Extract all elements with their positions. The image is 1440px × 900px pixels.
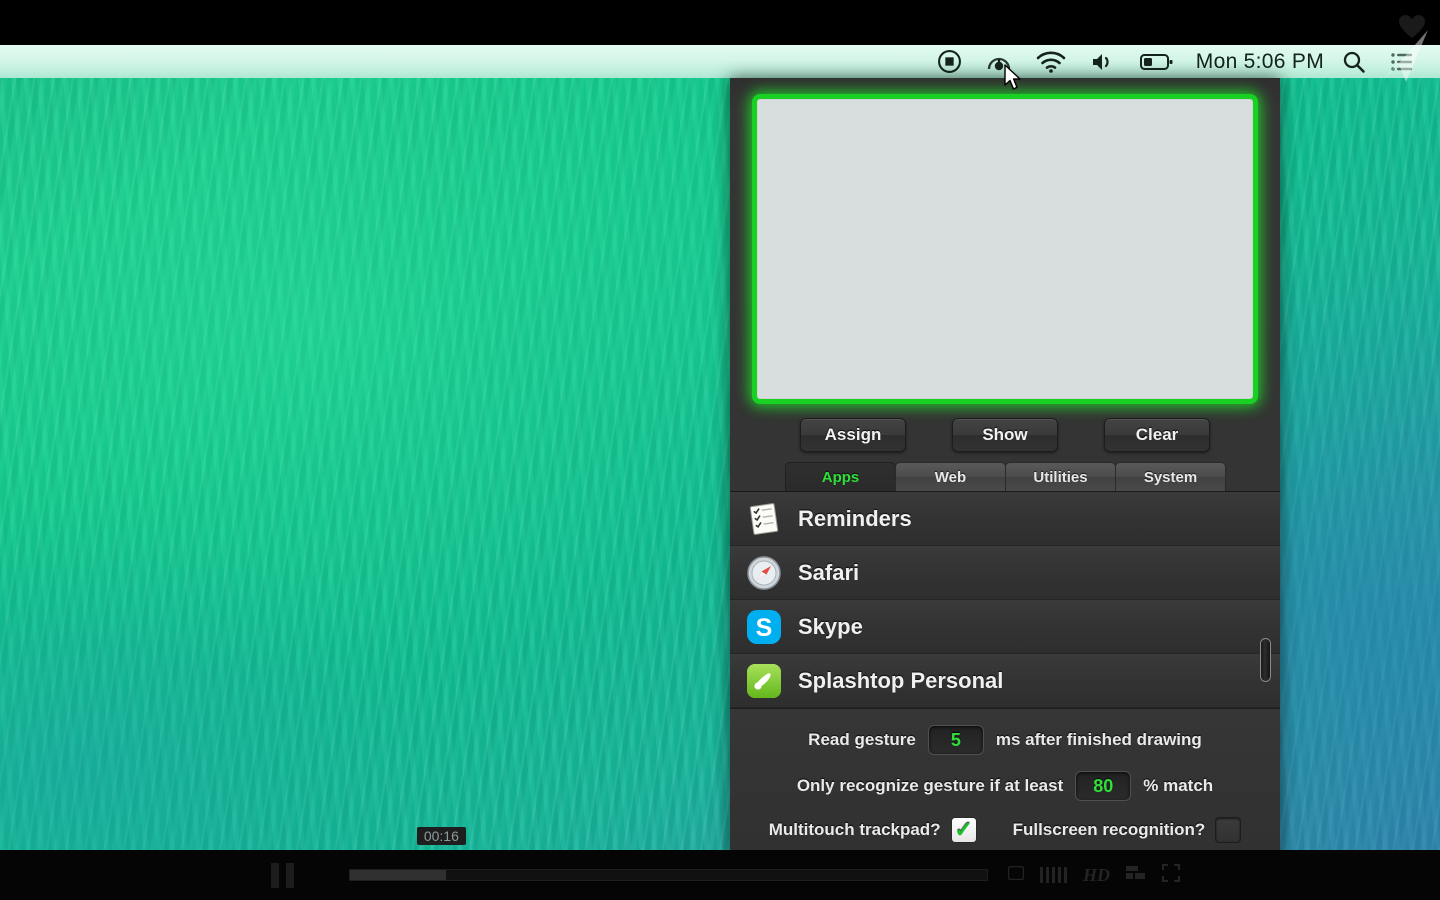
spotlight-search-icon[interactable] (1330, 45, 1378, 78)
match-prefix-label: Only recognize gesture if at least (796, 776, 1064, 795)
battery-icon[interactable] (1128, 45, 1186, 78)
list-item-label: Skype (798, 613, 863, 639)
app-list-scrollbar[interactable] (1258, 638, 1272, 788)
svg-text:S: S (756, 614, 773, 642)
reminders-icon (746, 501, 782, 537)
volume-icon[interactable] (1078, 45, 1128, 78)
show-button[interactable]: Show (952, 418, 1058, 452)
picture-in-picture-icon[interactable] (1126, 865, 1146, 886)
pause-button[interactable] (250, 850, 314, 900)
settings-section: Read gesture 5 ms after finished drawing… (730, 708, 1280, 869)
time-tooltip: 00:16 (416, 827, 466, 845)
list-item[interactable]: S Skype (730, 600, 1280, 654)
macos-menu-bar: Mon 5:06 PM (0, 45, 1440, 78)
application-list: Reminders Safari S Skype Splashtop Perso… (730, 491, 1280, 708)
multitouch-label: Multitouch trackpad? (768, 820, 941, 839)
action-button-row: Assign Show Clear (730, 410, 1280, 462)
list-item-label: Safari (798, 559, 860, 585)
list-item[interactable]: Safari (730, 546, 1280, 600)
assign-button[interactable]: Assign (800, 418, 906, 452)
fullscreen-icon[interactable] (1162, 863, 1180, 887)
video-stage: Mon 5:06 PM Assign Show Clear Apps Web U… (0, 0, 1440, 900)
menu-bar-clock[interactable]: Mon 5:06 PM (1186, 50, 1330, 74)
progress-bar-container[interactable]: 00:16 (349, 827, 988, 900)
multitouch-checkbox[interactable]: ✓ (950, 817, 977, 843)
checkbox-row: Multitouch trackpad? ✓ Fullscreen recogn… (730, 817, 1280, 843)
read-gesture-prefix-label: Read gesture (808, 730, 916, 749)
heart-icon (1398, 14, 1426, 45)
list-item-label: Splashtop Personal (798, 667, 1004, 693)
progress-track[interactable] (349, 869, 988, 881)
list-item[interactable]: Reminders (730, 492, 1280, 546)
check-icon: ✓ (954, 817, 973, 842)
canvas-container (730, 78, 1280, 410)
safari-icon (746, 555, 782, 591)
read-gesture-suffix-label: ms after finished drawing (995, 730, 1202, 749)
skype-icon: S (746, 609, 782, 645)
pause-bar-right (285, 862, 294, 888)
list-item-label: Reminders (798, 505, 912, 531)
screen-record-icon[interactable] (925, 45, 974, 78)
progress-fill (350, 870, 446, 880)
clear-button[interactable]: Clear (1104, 418, 1210, 452)
video-letterbox-top (0, 0, 1440, 45)
pause-bar-left (270, 862, 279, 888)
splashtop-icon (746, 663, 782, 699)
match-threshold-row: Only recognize gesture if at least 80 % … (730, 771, 1280, 801)
tab-system[interactable]: System (1115, 462, 1226, 491)
scrollbar-thumb[interactable] (1260, 638, 1271, 682)
match-suffix-label: % match (1143, 776, 1214, 795)
video-player-controls: 00:16 HD (0, 827, 1440, 900)
fullscreen-label: Fullscreen recognition? (1012, 820, 1206, 839)
fullscreen-checkbox[interactable] (1215, 817, 1242, 843)
read-gesture-input[interactable]: 5 (927, 725, 984, 755)
player-right-controls: HD (1007, 850, 1180, 900)
closed-caption-icon[interactable] (1007, 865, 1025, 885)
gesture-drawing-canvas[interactable] (752, 94, 1258, 404)
list-item[interactable]: Splashtop Personal (730, 654, 1280, 708)
tab-utilities[interactable]: Utilities (1005, 462, 1116, 491)
hd-quality-button[interactable]: HD (1083, 865, 1110, 886)
gesture-recognition-panel: Assign Show Clear Apps Web Utilities Sys… (730, 78, 1280, 869)
tab-web[interactable]: Web (895, 462, 1006, 491)
volume-slider-icon[interactable] (1040, 867, 1067, 883)
match-threshold-input[interactable]: 80 (1075, 771, 1132, 801)
category-tabs: Apps Web Utilities System (730, 462, 1280, 491)
tab-apps[interactable]: Apps (785, 462, 896, 491)
read-gesture-row: Read gesture 5 ms after finished drawing (730, 725, 1280, 755)
notification-center-icon[interactable] (1378, 45, 1426, 78)
gesture-app-icon[interactable] (974, 45, 1024, 78)
wifi-icon[interactable] (1024, 45, 1078, 78)
